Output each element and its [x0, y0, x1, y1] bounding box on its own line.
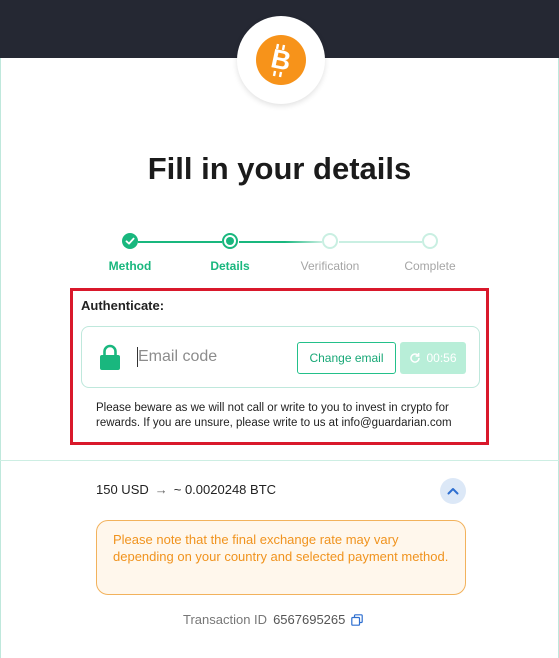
- step-label-method: Method: [108, 259, 152, 273]
- rate-notice: Please note that the final exchange rate…: [96, 520, 466, 595]
- email-code-panel: Change email 00:56: [81, 326, 480, 388]
- step-connector-2: [239, 241, 322, 243]
- step-label-details: Details: [210, 259, 250, 273]
- section-divider: [0, 460, 559, 461]
- chevron-up-icon: [447, 488, 459, 495]
- logo-badge: B: [237, 16, 325, 104]
- step-label-complete: Complete: [404, 259, 456, 273]
- email-code-input[interactable]: [138, 342, 288, 372]
- step-label-verification: Verification: [300, 259, 360, 273]
- authenticate-label: Authenticate:: [81, 298, 165, 313]
- transaction-id-label: Transaction ID: [183, 612, 268, 627]
- change-email-button[interactable]: Change email: [297, 342, 396, 374]
- collapse-button[interactable]: [440, 478, 466, 504]
- step-connector-1: [138, 241, 222, 243]
- arrow-right-icon: →: [154, 482, 168, 497]
- transaction-id: Transaction ID 6567695265: [183, 612, 364, 627]
- lock-icon: [100, 344, 120, 370]
- step-dot-complete: [422, 233, 438, 249]
- step-connector-3: [339, 241, 422, 243]
- transaction-id-value: 6567695265: [273, 612, 346, 627]
- page-title: Fill in your details: [147, 151, 412, 186]
- bitcoin-icon: B: [256, 35, 306, 85]
- exchange-rate: 150 USD → ~ 0.0020248 BTC: [96, 482, 276, 497]
- step-dot-method: [122, 233, 138, 249]
- checkmark-icon: [125, 237, 135, 245]
- step-dot-details: [222, 233, 238, 249]
- refresh-icon: [410, 353, 421, 363]
- resend-code-button[interactable]: 00:56: [400, 342, 466, 374]
- resend-timer: 00:56: [426, 351, 457, 365]
- step-dot-verification: [322, 233, 338, 249]
- scam-warning-text: Please beware as we will not call or wri…: [96, 402, 452, 429]
- svg-text:B: B: [268, 43, 293, 76]
- from-amount: 150 USD: [96, 482, 149, 497]
- copy-icon[interactable]: [351, 613, 364, 626]
- to-amount: ~ 0.0020248 BTC: [173, 482, 277, 497]
